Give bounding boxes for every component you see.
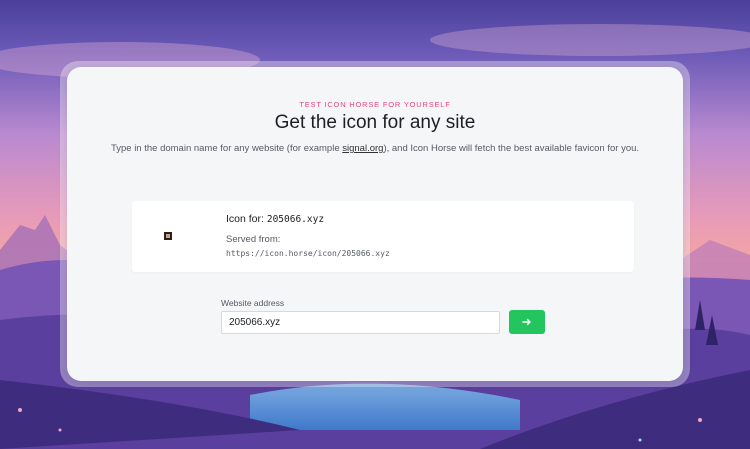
subtitle: Type in the domain name for any website … xyxy=(67,143,683,154)
eyebrow-text: TEST ICON HORSE FOR YOURSELF xyxy=(299,100,451,109)
subtitle-text-before: Type in the domain name for any website … xyxy=(110,143,343,154)
icon-for-line: Icon for: 205066.xyz xyxy=(226,213,324,225)
icon-for-label: Icon for: xyxy=(226,213,264,225)
favicon-image xyxy=(164,232,172,240)
submit-button[interactable] xyxy=(509,310,545,334)
subtitle-text-after: ), and Icon Horse will fetch the best av… xyxy=(383,143,640,154)
result-panel xyxy=(132,201,634,272)
served-from-label: Served from: xyxy=(226,234,281,245)
website-address-label: Website address xyxy=(221,298,285,308)
arrow-right-icon xyxy=(522,318,531,326)
website-address-input[interactable] xyxy=(221,311,500,334)
result-domain: 205066.xyz xyxy=(266,214,325,225)
example-link[interactable]: signal.org xyxy=(342,143,383,154)
page-title: Get the icon for any site xyxy=(274,112,476,133)
served-url: https://icon.horse/icon/205066.xyz xyxy=(226,249,390,258)
